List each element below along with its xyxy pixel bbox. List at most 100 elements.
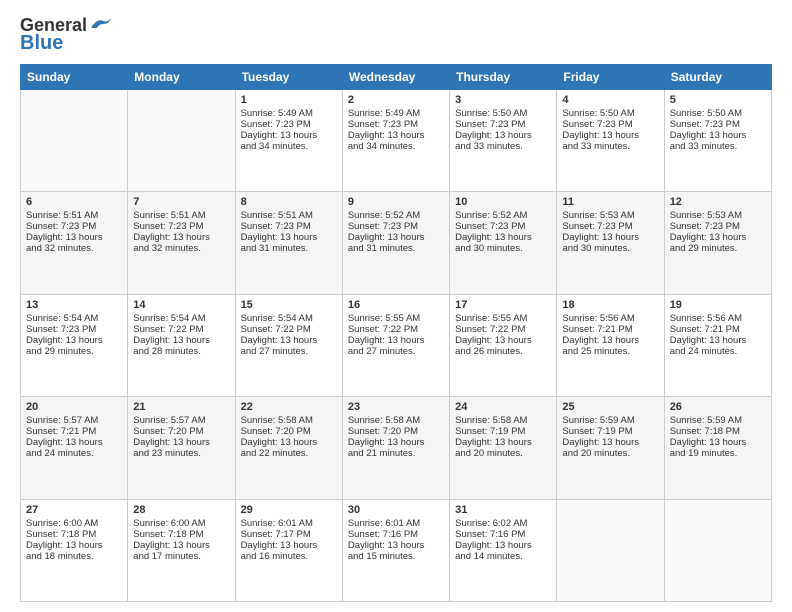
calendar-cell: 6 Sunrise: 5:51 AMSunset: 7:23 PMDaylight… [21, 192, 128, 294]
day-number: 13 [26, 299, 122, 311]
day-info: Daylight: 13 hours [241, 335, 337, 346]
weekday-header-wednesday: Wednesday [342, 64, 449, 89]
day-info: Daylight: 13 hours [455, 335, 551, 346]
day-info: and 30 minutes. [455, 243, 551, 254]
day-info: and 29 minutes. [26, 346, 122, 357]
calendar-cell: 12Sunrise: 5:53 AMSunset: 7:23 PMDayligh… [664, 192, 771, 294]
calendar-cell: 22Sunrise: 5:58 AMSunset: 7:20 PMDayligh… [235, 397, 342, 499]
day-info: and 32 minutes. [133, 243, 229, 254]
day-info: and 27 minutes. [241, 346, 337, 357]
day-info: Sunrise: 6:01 AM [241, 518, 337, 529]
day-number: 17 [455, 299, 551, 311]
day-info: and 18 minutes. [26, 551, 122, 562]
day-number: 26 [670, 401, 766, 413]
day-info: Sunrise: 5:54 AM [133, 313, 229, 324]
day-info: Sunset: 7:23 PM [670, 119, 766, 130]
day-number: 16 [348, 299, 444, 311]
day-number: 25 [562, 401, 658, 413]
day-info: and 32 minutes. [26, 243, 122, 254]
calendar-cell: 29Sunrise: 6:01 AMSunset: 7:17 PMDayligh… [235, 499, 342, 601]
calendar-cell [557, 499, 664, 601]
day-info: Daylight: 13 hours [348, 540, 444, 551]
day-info: and 17 minutes. [133, 551, 229, 562]
day-info: Sunset: 7:19 PM [455, 426, 551, 437]
day-info: Sunrise: 5:51 AM [133, 210, 229, 221]
day-info: Sunrise: 5:54 AM [241, 313, 337, 324]
day-info: Daylight: 13 hours [455, 437, 551, 448]
day-info: and 15 minutes. [348, 551, 444, 562]
calendar-week-row: 20Sunrise: 5:57 AMSunset: 7:21 PMDayligh… [21, 397, 772, 499]
day-number: 30 [348, 504, 444, 516]
day-info: Sunrise: 5:51 AM [241, 210, 337, 221]
day-info: Sunrise: 5:52 AM [348, 210, 444, 221]
calendar-cell: 15Sunrise: 5:54 AMSunset: 7:22 PMDayligh… [235, 294, 342, 396]
day-number: 31 [455, 504, 551, 516]
day-number: 21 [133, 401, 229, 413]
day-info: Sunrise: 6:00 AM [133, 518, 229, 529]
day-info: Daylight: 13 hours [348, 232, 444, 243]
weekday-header-thursday: Thursday [450, 64, 557, 89]
calendar-cell: 10Sunrise: 5:52 AMSunset: 7:23 PMDayligh… [450, 192, 557, 294]
day-number: 7 [133, 196, 229, 208]
calendar-cell: 31Sunrise: 6:02 AMSunset: 7:16 PMDayligh… [450, 499, 557, 601]
calendar-cell [664, 499, 771, 601]
day-info: Sunset: 7:23 PM [26, 221, 122, 232]
calendar-cell [128, 89, 235, 191]
calendar-cell: 4Sunrise: 5:50 AMSunset: 7:23 PMDaylight… [557, 89, 664, 191]
day-info: Sunrise: 5:51 AM [26, 210, 122, 221]
day-info: Sunset: 7:20 PM [348, 426, 444, 437]
day-info: and 33 minutes. [670, 141, 766, 152]
calendar-cell: 27Sunrise: 6:00 AMSunset: 7:18 PMDayligh… [21, 499, 128, 601]
logo-blue: Blue [20, 32, 63, 54]
day-info: and 33 minutes. [562, 141, 658, 152]
calendar-cell: 14Sunrise: 5:54 AMSunset: 7:22 PMDayligh… [128, 294, 235, 396]
day-info: Daylight: 13 hours [26, 437, 122, 448]
day-info: Sunrise: 5:56 AM [562, 313, 658, 324]
day-info: Sunrise: 5:58 AM [241, 415, 337, 426]
day-info: Sunrise: 5:53 AM [562, 210, 658, 221]
day-info: and 24 minutes. [670, 346, 766, 357]
day-info: Sunset: 7:18 PM [670, 426, 766, 437]
day-info: Sunrise: 5:59 AM [670, 415, 766, 426]
day-info: Daylight: 13 hours [241, 130, 337, 141]
day-info: and 31 minutes. [348, 243, 444, 254]
weekday-header-row: SundayMondayTuesdayWednesdayThursdayFrid… [21, 64, 772, 89]
calendar-cell: 16Sunrise: 5:55 AMSunset: 7:22 PMDayligh… [342, 294, 449, 396]
day-number: 20 [26, 401, 122, 413]
day-info: Sunrise: 5:58 AM [455, 415, 551, 426]
day-number: 11 [562, 196, 658, 208]
day-info: Sunset: 7:21 PM [26, 426, 122, 437]
day-info: Sunset: 7:21 PM [562, 324, 658, 335]
day-info: Sunset: 7:23 PM [348, 119, 444, 130]
calendar-cell: 18Sunrise: 5:56 AMSunset: 7:21 PMDayligh… [557, 294, 664, 396]
day-info: Daylight: 13 hours [26, 232, 122, 243]
day-info: and 21 minutes. [348, 448, 444, 459]
calendar-cell: 19Sunrise: 5:56 AMSunset: 7:21 PMDayligh… [664, 294, 771, 396]
day-info: and 34 minutes. [348, 141, 444, 152]
calendar-cell: 26 Sunrise: 5:59 AMSunset: 7:18 PMDayligh… [664, 397, 771, 499]
day-info: and 20 minutes. [455, 448, 551, 459]
calendar-cell: 20Sunrise: 5:57 AMSunset: 7:21 PMDayligh… [21, 397, 128, 499]
day-info: Daylight: 13 hours [241, 540, 337, 551]
day-info: and 33 minutes. [455, 141, 551, 152]
day-number: 15 [241, 299, 337, 311]
day-info: Sunset: 7:18 PM [26, 529, 122, 540]
day-info: Sunset: 7:22 PM [133, 324, 229, 335]
day-info: Sunrise: 5:52 AM [455, 210, 551, 221]
day-info: Sunset: 7:18 PM [133, 529, 229, 540]
day-info: Sunset: 7:23 PM [241, 119, 337, 130]
calendar-cell: 23Sunrise: 5:58 AMSunset: 7:20 PMDayligh… [342, 397, 449, 499]
day-info: Sunrise: 5:49 AM [241, 108, 337, 119]
day-number: 28 [133, 504, 229, 516]
day-info: and 24 minutes. [26, 448, 122, 459]
day-info: Sunrise: 5:55 AM [455, 313, 551, 324]
day-number: 6 [26, 196, 122, 208]
day-info: Sunrise: 6:01 AM [348, 518, 444, 529]
day-number: 2 [348, 94, 444, 106]
logo: General Blue [20, 16, 111, 54]
day-info: and 16 minutes. [241, 551, 337, 562]
day-info: Sunrise: 5:50 AM [455, 108, 551, 119]
day-number: 18 [562, 299, 658, 311]
day-info: Daylight: 13 hours [670, 437, 766, 448]
logo-bird-icon [89, 16, 111, 32]
